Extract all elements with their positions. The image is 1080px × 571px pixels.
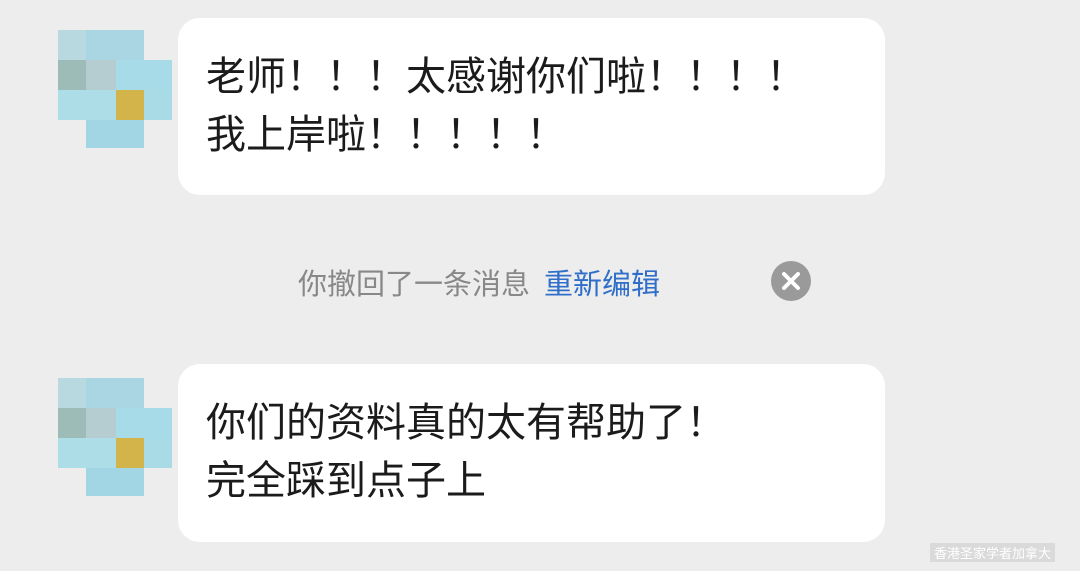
message-bubble[interactable]: 老师！！！太感谢你们啦！！！！ 我上岸啦！！！！！ xyxy=(178,18,885,195)
avatar-mosaic-tile xyxy=(86,60,116,90)
avatar-mosaic-tile xyxy=(58,408,86,438)
contact-avatar[interactable] xyxy=(58,30,178,150)
avatar-mosaic-tile xyxy=(144,438,172,468)
avatar-mosaic-tile xyxy=(86,378,144,408)
watermark: 香港圣家学者加拿大 xyxy=(930,543,1056,562)
message-bubble[interactable]: 你们的资料真的太有帮助了！ 完全踩到点子上 xyxy=(178,364,885,542)
avatar-mosaic-tile xyxy=(58,378,86,408)
recall-notice: 你撤回了一条消息 重新编辑 xyxy=(298,258,660,306)
avatar-mosaic-tile xyxy=(58,60,86,90)
message-text-line: 老师！！！太感谢你们啦！！！！ xyxy=(206,54,806,100)
avatar-mosaic-tile xyxy=(116,408,172,438)
message-text-line: 你们的资料真的太有帮助了！ xyxy=(206,400,726,446)
message-text-line: 完全踩到点子上 xyxy=(206,458,486,504)
avatar-mosaic-tile xyxy=(116,438,144,468)
avatar-mosaic-tile xyxy=(58,438,116,468)
avatar-mosaic-tile xyxy=(86,30,144,60)
avatar-mosaic-tile xyxy=(86,120,144,148)
avatar-mosaic-tile xyxy=(58,30,86,60)
avatar-mosaic-tile xyxy=(86,468,144,496)
avatar-mosaic-tile xyxy=(116,90,144,120)
avatar-mosaic-tile xyxy=(58,90,116,120)
avatar-mosaic-tile xyxy=(116,60,172,90)
contact-avatar[interactable] xyxy=(58,378,178,498)
message-text-line: 我上岸啦！！！！！ xyxy=(206,112,566,158)
avatar-mosaic-tile xyxy=(86,408,116,438)
close-circle-icon[interactable] xyxy=(771,261,811,301)
re-edit-link[interactable]: 重新编辑 xyxy=(544,261,660,303)
recall-notice-text: 你撤回了一条消息 xyxy=(298,267,531,301)
avatar-mosaic-tile xyxy=(144,90,172,120)
